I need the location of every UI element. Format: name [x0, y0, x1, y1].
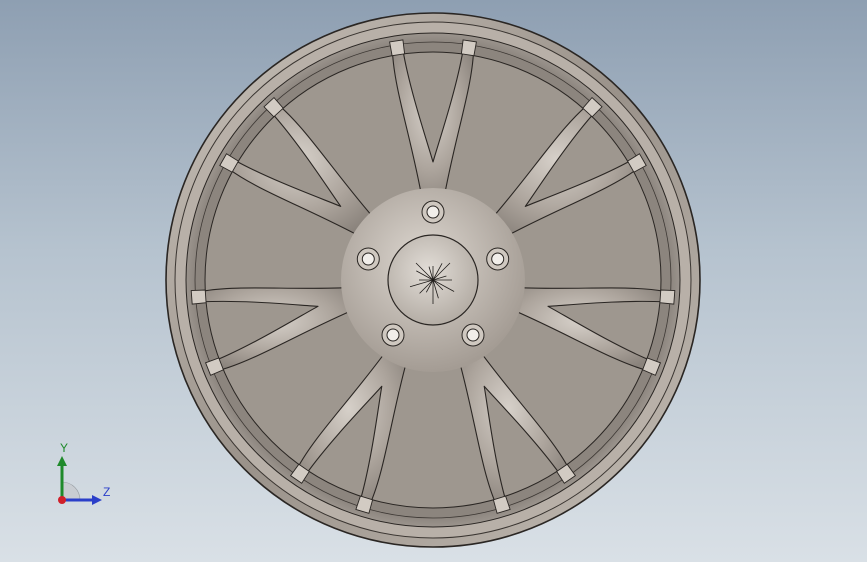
lug-hole-bore [491, 252, 505, 266]
lug-hole-bore [361, 252, 375, 266]
view-orientation-triad[interactable]: Y Z [40, 438, 130, 518]
graphics-viewport[interactable]: Y Z [0, 0, 867, 562]
z-axis-label: Z [103, 485, 111, 499]
lug-hole-bore [386, 328, 400, 342]
lug-hole-bore [466, 328, 480, 342]
wheel-model[interactable] [0, 0, 867, 562]
spoke-tip [460, 39, 477, 57]
triad-axes-icon [57, 456, 102, 505]
z-axis-arrowhead-icon [92, 495, 102, 505]
y-axis-arrowhead-icon [57, 456, 67, 466]
spoke-tip [389, 39, 406, 57]
spoke-tip [190, 289, 207, 305]
lug-hole-bore [426, 205, 440, 219]
spoke-tip [659, 289, 676, 305]
y-axis-label: Y [60, 441, 69, 455]
x-axis-dot-icon [58, 496, 66, 504]
